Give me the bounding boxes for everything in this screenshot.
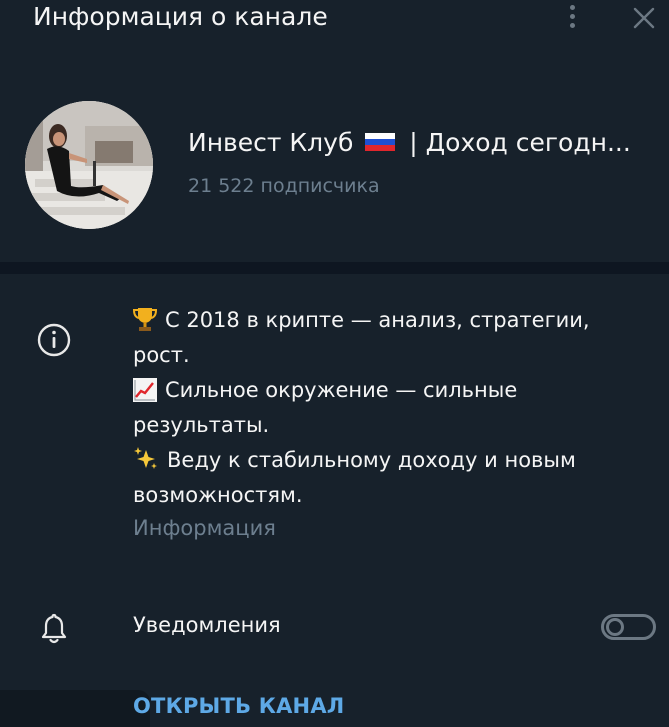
description-text: рост. xyxy=(133,343,190,367)
channel-name-text: Инвест Клуб xyxy=(188,128,354,157)
toggle-knob xyxy=(606,618,624,636)
info-icon xyxy=(37,323,71,357)
russian-flag-icon xyxy=(365,133,396,151)
close-icon xyxy=(633,7,655,29)
chart-increasing-icon xyxy=(133,378,157,402)
bottom-overlay xyxy=(0,690,150,727)
section-divider xyxy=(0,262,669,274)
bell-icon xyxy=(41,613,67,644)
description-text: результаты. xyxy=(133,413,270,437)
page-title: Информация о канале xyxy=(33,2,328,31)
sparkles-icon xyxy=(134,447,157,469)
close-button[interactable] xyxy=(630,4,658,32)
notifications-toggle[interactable] xyxy=(601,614,656,640)
description-text: возможностям. xyxy=(133,483,303,507)
avatar-photo xyxy=(25,101,153,229)
channel-avatar[interactable] xyxy=(25,101,153,229)
channel-name-suffix: | Доход сегодн... xyxy=(409,128,631,157)
channel-profile: Инвест Клуб | Доход сегодн... 21 522 под… xyxy=(0,75,669,255)
description-text: С 2018 в крипте — анализ, стратегии, xyxy=(165,308,590,332)
info-caption: Информация xyxy=(133,516,276,540)
description-line: рост. xyxy=(133,338,633,373)
description-line: результаты. xyxy=(133,408,633,443)
header: Информация о канале xyxy=(0,0,669,40)
description-line: С 2018 в крипте — анализ, стратегии, xyxy=(133,303,633,338)
channel-name: Инвест Клуб | Доход сегодн... xyxy=(188,128,631,157)
subscriber-count: 21 522 подписчика xyxy=(188,175,380,197)
more-options-button[interactable] xyxy=(560,2,586,32)
description-line: Сильное окружение — сильные xyxy=(133,373,633,408)
description-text: Сильное окружение — сильные xyxy=(165,378,518,402)
description-text: Веду к стабильному доходу и новым xyxy=(167,448,576,472)
channel-description: С 2018 в крипте — анализ, стратегии, рос… xyxy=(133,303,633,513)
notifications-label: Уведомления xyxy=(133,613,281,637)
open-channel-button[interactable]: ОТКРЫТЬ КАНАЛ xyxy=(133,694,344,718)
description-line: возможностям. xyxy=(133,478,633,513)
description-line: Веду к стабильному доходу и новым xyxy=(133,443,633,478)
trophy-icon xyxy=(133,308,157,331)
